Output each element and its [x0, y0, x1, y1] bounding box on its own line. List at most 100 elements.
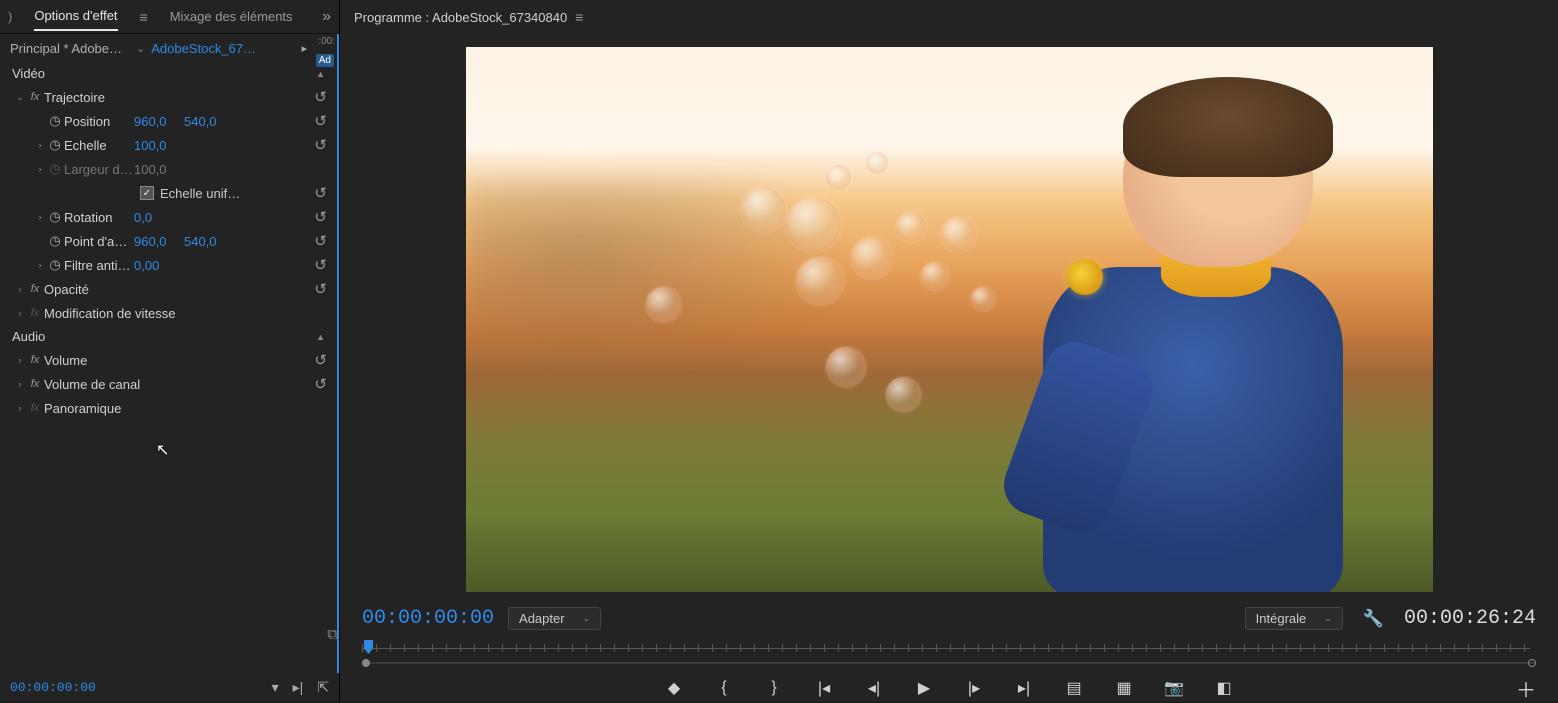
- fx-badge-icon: fx: [26, 307, 44, 319]
- link-chain-icon[interactable]: ⧉: [327, 626, 338, 643]
- stopwatch-icon[interactable]: ◷: [46, 113, 64, 129]
- collapse-up-icon[interactable]: ▲: [316, 332, 325, 342]
- comparison-view-icon[interactable]: ◧: [1214, 678, 1234, 698]
- tab-menu-icon[interactable]: ≡: [140, 9, 148, 25]
- zoom-bar[interactable]: [362, 662, 1536, 664]
- reset-icon[interactable]: ↺: [314, 351, 327, 369]
- twirl-right-icon[interactable]: ›: [14, 379, 26, 389]
- position-x-value[interactable]: 960,0: [134, 114, 184, 129]
- reset-icon[interactable]: ↺: [314, 136, 327, 154]
- clip-badge: Ad: [316, 54, 334, 67]
- position-y-value[interactable]: 540,0: [184, 114, 234, 129]
- stopwatch-icon[interactable]: ◷: [46, 257, 64, 273]
- chevron-down-icon[interactable]: ⌄: [136, 42, 145, 55]
- reset-icon[interactable]: ↺: [314, 208, 327, 226]
- prop-anchor[interactable]: ◷ Point d'ancr… 960,0 540,0 ↺: [0, 229, 337, 253]
- program-tabs: Programme : AdobeStock_67340840 ≡: [340, 0, 1558, 34]
- anchor-x-value[interactable]: 960,0: [134, 234, 184, 249]
- reset-icon[interactable]: ↺: [314, 256, 327, 274]
- play-only-icon[interactable]: ▸: [301, 42, 307, 55]
- rotation-value[interactable]: 0,0: [134, 210, 184, 225]
- zoom-handle-left[interactable]: [362, 659, 370, 667]
- anchor-label: Point d'ancr…: [64, 234, 134, 249]
- flicker-value[interactable]: 0,00: [134, 258, 184, 273]
- reset-icon[interactable]: ↺: [314, 375, 327, 393]
- fx-speed-row[interactable]: › fx Modification de vitesse: [0, 301, 337, 325]
- twirl-right-icon: ›: [34, 164, 46, 174]
- zoom-select[interactable]: Adapter ⌄: [508, 607, 601, 630]
- crumb-clip[interactable]: AdobeStock_67…: [151, 41, 256, 56]
- export-icon[interactable]: ⇱: [317, 679, 329, 696]
- left-timecode[interactable]: 00:00:00:00: [10, 680, 96, 695]
- twirl-down-icon[interactable]: ⌄: [14, 92, 26, 103]
- ruler-line: [362, 648, 1530, 649]
- mark-out-icon[interactable]: }: [764, 679, 784, 697]
- resolution-select[interactable]: Intégrale ⌄: [1245, 607, 1343, 630]
- reset-icon[interactable]: ↺: [314, 88, 327, 106]
- close-paren: ): [8, 9, 12, 24]
- prop-rotation[interactable]: › ◷ Rotation 0,0 ↺: [0, 205, 337, 229]
- hair: [1123, 77, 1333, 177]
- prop-antiflicker[interactable]: › ◷ Filtre antisc… 0,00 ↺: [0, 253, 337, 277]
- prop-uniform-scale[interactable]: ✓ Echelle unif… ↺: [0, 181, 337, 205]
- fx-badge-icon[interactable]: fx: [26, 354, 44, 366]
- video-preview[interactable]: [466, 47, 1433, 592]
- lift-icon[interactable]: ▤: [1064, 678, 1084, 698]
- stopwatch-icon[interactable]: ◷: [46, 137, 64, 153]
- export-frame-icon[interactable]: 📷: [1164, 678, 1184, 698]
- play-audio-icon[interactable]: ▸|: [293, 679, 304, 696]
- fx-badge-icon[interactable]: fx: [26, 283, 44, 295]
- step-back-icon[interactable]: ◂|: [864, 678, 884, 698]
- wrench-icon[interactable]: 🔧: [1363, 609, 1384, 629]
- twirl-right-icon[interactable]: ›: [14, 308, 26, 318]
- filter-icon[interactable]: ▾: [272, 679, 279, 696]
- tab-audio-mixing[interactable]: Mixage des éléments: [170, 3, 293, 30]
- step-forward-icon[interactable]: |▸: [964, 678, 984, 698]
- current-timecode[interactable]: 00:00:00:00: [362, 607, 494, 630]
- fx-badge-icon[interactable]: fx: [26, 91, 44, 103]
- go-to-in-icon[interactable]: |◂: [814, 678, 834, 698]
- reset-icon[interactable]: ↺: [314, 112, 327, 130]
- mark-in-icon[interactable]: {: [714, 679, 734, 697]
- twirl-right-icon[interactable]: ›: [14, 284, 26, 294]
- reset-icon[interactable]: ↺: [314, 232, 327, 250]
- scale-value[interactable]: 100,0: [134, 138, 184, 153]
- twirl-right-icon[interactable]: ›: [14, 355, 26, 365]
- collapse-up-icon[interactable]: ▲: [316, 69, 325, 79]
- play-icon[interactable]: ▶: [914, 678, 934, 698]
- program-monitor: Programme : AdobeStock_67340840 ≡: [340, 0, 1558, 702]
- twirl-right-icon[interactable]: ›: [34, 212, 46, 222]
- twirl-right-icon[interactable]: ›: [14, 403, 26, 413]
- prop-position[interactable]: ◷ Position 960,0 540,0 ↺: [0, 109, 337, 133]
- audio-section-header[interactable]: Audio ▲: [0, 325, 337, 348]
- crumb-master[interactable]: Principal * AdobeSt…: [10, 41, 130, 56]
- fx-pan-row[interactable]: › fx Panoramique: [0, 396, 337, 420]
- fx-volume-row[interactable]: › fx Volume ↺: [0, 348, 337, 372]
- video-section-header[interactable]: Vidéo ▲: [0, 62, 337, 85]
- add-marker-icon[interactable]: ◆: [664, 678, 684, 698]
- stopwatch-icon[interactable]: ◷: [46, 209, 64, 225]
- twirl-right-icon[interactable]: ›: [34, 140, 46, 150]
- stopwatch-icon[interactable]: ◷: [46, 233, 64, 249]
- twirl-right-icon[interactable]: ›: [34, 260, 46, 270]
- reset-icon[interactable]: ↺: [314, 184, 327, 202]
- zoom-handle-right[interactable]: [1528, 659, 1536, 667]
- time-ruler[interactable]: [362, 638, 1536, 668]
- reset-icon[interactable]: ↺: [314, 280, 327, 298]
- expand-tabs-icon[interactable]: »: [322, 8, 331, 26]
- prop-scale[interactable]: › ◷ Echelle 100,0 ↺: [0, 133, 337, 157]
- scale-width-label: Largeur d'é…: [64, 162, 134, 177]
- go-to-out-icon[interactable]: ▸|: [1014, 678, 1034, 698]
- extract-icon[interactable]: ▦: [1114, 678, 1134, 698]
- fx-badge-icon[interactable]: fx: [26, 378, 44, 390]
- anchor-y-value[interactable]: 540,0: [184, 234, 234, 249]
- button-editor-icon[interactable]: ＋: [1516, 674, 1536, 703]
- fx-opacity-row[interactable]: › fx Opacité ↺: [0, 277, 337, 301]
- bubble-icon: [851, 237, 893, 279]
- fx-motion-row[interactable]: ⌄ fx Trajectoire ↺: [0, 85, 337, 109]
- duration-timecode[interactable]: 00:00:26:24: [1404, 607, 1536, 630]
- checkbox-checked-icon[interactable]: ✓: [140, 186, 154, 200]
- program-menu-icon[interactable]: ≡: [575, 9, 583, 25]
- fx-channel-volume-row[interactable]: › fx Volume de canal ↺: [0, 372, 337, 396]
- tab-effect-options[interactable]: Options d'effet: [34, 2, 117, 31]
